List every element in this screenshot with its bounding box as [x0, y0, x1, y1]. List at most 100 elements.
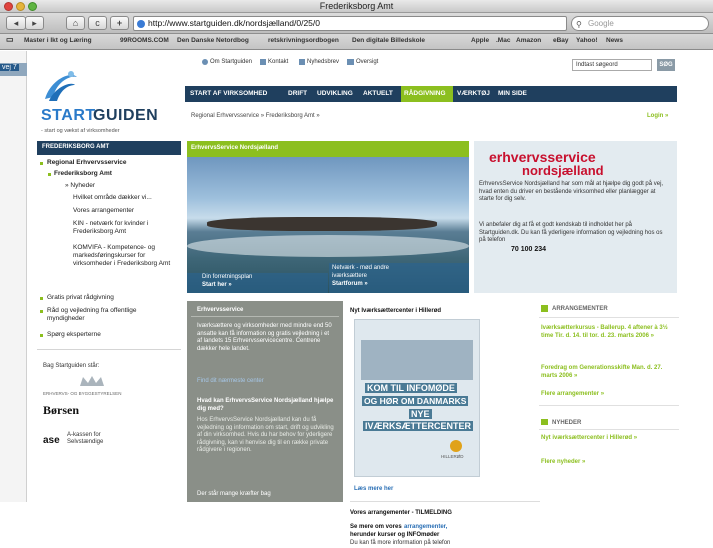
bookmarks-bar: ▭ Master i Ikt og Læring 99ROOMS.COM Den…: [0, 34, 713, 50]
sidebar-item-komvifa[interactable]: KOMVIFA - Kompetence- og markedsføringsk…: [73, 244, 173, 268]
startguiden-logo[interactable]: START GUIDEN - start og vækst af virksom…: [37, 69, 177, 149]
bullet-icon: [40, 297, 43, 300]
contact-icon: [260, 59, 266, 65]
bookmark-item[interactable]: Apple: [471, 37, 489, 44]
mid-paragraph-b: herunder kurser og INFOmøder: [350, 532, 440, 538]
utility-link-oversigt[interactable]: Oversigt: [356, 59, 378, 67]
bookmark-item[interactable]: Den digitale Billedskole: [352, 37, 425, 44]
hero-startforum-link[interactable]: Startforum »: [332, 281, 368, 289]
nav-min-side[interactable]: MIN SIDE: [498, 90, 527, 97]
news-header: NYHEDER: [552, 420, 582, 426]
bullet-icon: [48, 173, 51, 176]
more-news-link[interactable]: Flere nyheder »: [541, 459, 585, 467]
service-paragraph2: Vi anbefaler dig at få et godt kendskab …: [479, 222, 663, 243]
nav-udvikling[interactable]: UDVIKLING: [317, 90, 353, 97]
hero-right-caption1: Netværk - mød andre: [332, 265, 390, 271]
poster-line3: NYE: [409, 409, 432, 419]
news-item[interactable]: Nyt iværksættercenter i Hillerød »: [541, 435, 637, 443]
supporter-ebst[interactable]: ERHVERVS- OG BYGGESTYRELSEN: [43, 391, 121, 396]
site-search-button[interactable]: SØG: [657, 59, 675, 71]
bookmark-item[interactable]: .Mac: [496, 37, 510, 44]
add-bookmark-button[interactable]: +: [110, 16, 129, 30]
bookmark-item[interactable]: News: [606, 37, 623, 44]
more-events-link[interactable]: Flere arrangementer »: [541, 391, 604, 399]
sidebar-item-arrangementer[interactable]: Vores arrangementer: [73, 207, 134, 215]
reload-button[interactable]: c: [88, 16, 107, 30]
utility-link-nyhedsbrev[interactable]: Nyhedsbrev: [307, 59, 339, 67]
hero-right-caption2: iværksættere: [332, 273, 368, 279]
event-item[interactable]: Iværksætterkursus - Ballerup. 4 aftener …: [541, 325, 675, 340]
mid-more-link[interactable]: Læs mere her: [354, 486, 393, 494]
utility-link-kontakt[interactable]: Kontakt: [268, 59, 288, 67]
right-divider: [539, 405, 679, 406]
window-title: Frederiksborg Amt: [319, 1, 394, 11]
home-button[interactable]: ⌂: [66, 16, 85, 30]
nav-start-af-virksomhed[interactable]: START AF VIRKSOMHED: [190, 90, 267, 97]
supporters-title: Bag Startguiden står:: [43, 363, 100, 369]
bookmark-item[interactable]: Amazon: [516, 37, 541, 44]
sidebar-item-frederiksborg[interactable]: Frederiksborg Amt: [54, 170, 112, 178]
globe-icon: [137, 20, 145, 28]
service-logo-line2: nordsjælland: [522, 163, 604, 178]
bookmark-item[interactable]: eBay: [553, 37, 569, 44]
newsletter-icon: [299, 59, 305, 65]
logo-tagline: - start og vækst af virksomheder: [41, 128, 120, 134]
supporter-ase-line2: Selvstændige: [67, 439, 104, 445]
grey-center-link[interactable]: Find dit nærmeste center: [197, 378, 264, 386]
bookmark-item[interactable]: 99ROOMS.COM: [120, 37, 169, 44]
sidebar-divider: [37, 349, 181, 350]
ase-logo[interactable]: ase: [43, 435, 60, 446]
star-icon: [541, 305, 548, 312]
browser-search-placeholder: Google: [588, 19, 614, 28]
url-field[interactable]: http://www.startguiden.dk/nordsjælland/0…: [133, 16, 567, 31]
mid-arrangementer-link[interactable]: arrangementer,: [404, 524, 447, 532]
nav-raadgivning[interactable]: RÅDGIVNING: [404, 90, 446, 97]
browser-toolbar: ◂ ▸ ⌂ c + http://www.startguiden.dk/nord…: [0, 13, 713, 34]
sidebar-item-kin[interactable]: KIN - netværk for kvinder i Frederiksbor…: [73, 220, 171, 236]
poster-line4: IVÆRKSÆTTERCENTER: [363, 421, 474, 431]
login-link[interactable]: Login »: [647, 113, 668, 121]
hero-title: ErhvervsService Nordsjælland: [191, 145, 279, 151]
background-window-text: vej 7: [0, 64, 19, 71]
nav-aktuelt[interactable]: AKTUELT: [363, 90, 393, 97]
bookmark-item[interactable]: Den Danske Netordbog: [177, 37, 249, 44]
grey-paragraph2: Hos ErhvervsService Nordsjælland kan du …: [197, 417, 334, 453]
back-button[interactable]: ◂: [6, 16, 26, 30]
supporter-borsen[interactable]: Børsen: [43, 403, 79, 418]
forward-button[interactable]: ▸: [25, 16, 44, 30]
utility-link-om[interactable]: Om Startguiden: [210, 59, 252, 67]
web-page: Om Startguiden Kontakt Nyhedsbrev Oversi…: [27, 51, 713, 546]
service-paragraph1: ErhvervsService Nordsjælland har som mål…: [479, 181, 664, 202]
nav-drift[interactable]: DRIFT: [288, 90, 307, 97]
poster-building: [361, 340, 473, 380]
sidebar-item-spoerg[interactable]: Spørg eksperterne: [47, 331, 101, 339]
sidebar-item-omraade[interactable]: Hvilket område dækker vi...: [73, 194, 173, 202]
window-titlebar: Frederiksborg Amt: [0, 0, 713, 13]
infomoede-poster[interactable]: KOM TIL INFOMØDE OG HØR OM DANMARKS NYE …: [354, 319, 480, 477]
sidebar-item-regional[interactable]: Regional Erhvervsservice: [47, 159, 127, 167]
mid-title: Nyt Iværksættercenter i Hillerød: [350, 308, 442, 314]
sidebar-item-raad[interactable]: Råd og vejledning fra offentlige myndigh…: [47, 307, 172, 323]
breadcrumb[interactable]: Regional Erhvervsservice » Frederiksborg…: [191, 113, 320, 121]
browser-search-field[interactable]: ⚲ Google: [571, 16, 709, 31]
url-text: http://www.startguiden.dk/nordsjælland/0…: [148, 18, 320, 28]
crown-icon: [80, 376, 104, 386]
right-divider: [539, 317, 679, 318]
hero-start-link[interactable]: Start her »: [202, 282, 232, 290]
event-item[interactable]: Foredrag om Generationsskifte Man. d. 27…: [541, 365, 675, 380]
bookmarks-book-icon[interactable]: ▭: [6, 35, 14, 44]
bookmark-item[interactable]: Yahoo!: [576, 37, 598, 44]
logo-guiden: GUIDEN: [93, 107, 159, 124]
utility-links: Om Startguiden Kontakt Nyhedsbrev Oversi…: [202, 59, 432, 69]
bullet-icon: [40, 310, 43, 313]
sidebar-item-nyheder[interactable]: » Nyheder: [65, 182, 95, 190]
bookmark-item[interactable]: retskrivningsordbogen: [268, 37, 339, 44]
right-divider: [539, 429, 679, 430]
nav-vaerktoej[interactable]: VÆRKTØJ: [457, 90, 490, 97]
sidebar-item-gratis[interactable]: Gratis privat rådgivning: [47, 294, 114, 302]
grey-title: Erhvervsservice: [197, 307, 244, 313]
poster-line1: KOM TIL INFOMØDE: [365, 383, 457, 393]
site-search-input[interactable]: Indtast søgeord: [572, 59, 652, 71]
bookmark-item[interactable]: Master i Ikt og Læring: [24, 37, 92, 44]
hero-breakwater: [207, 217, 437, 231]
